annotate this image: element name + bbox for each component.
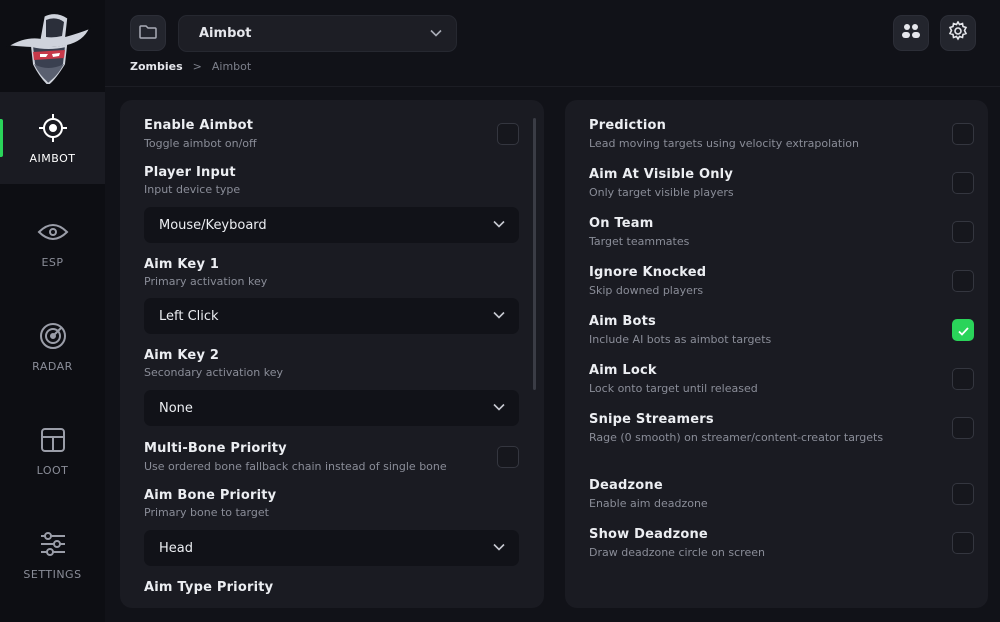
aim-bone-select[interactable]: Head xyxy=(144,530,519,566)
show-deadzone-title: Show Deadzone xyxy=(589,527,708,542)
sidebar-item-aimbot[interactable]: AIMBOT xyxy=(0,92,105,184)
sidebar: AIMBOT ESP RADAR LOOT SETTINGS xyxy=(0,0,105,622)
folder-button[interactable] xyxy=(130,15,166,51)
aim-key-2-select[interactable]: None xyxy=(144,390,519,426)
deadzone-title: Deadzone xyxy=(589,478,663,493)
eye-icon xyxy=(37,216,69,248)
aim-lock-checkbox[interactable] xyxy=(952,368,974,390)
header-divider xyxy=(105,86,1000,87)
chevron-down-icon xyxy=(493,309,505,324)
aim-bone-desc: Primary bone to target xyxy=(144,506,269,519)
prediction-title: Prediction xyxy=(589,118,667,133)
enable-aimbot-checkbox[interactable] xyxy=(497,123,519,145)
aim-key-1-desc: Primary activation key xyxy=(144,275,268,288)
logo-icon xyxy=(4,6,92,86)
chevron-down-icon xyxy=(493,541,505,556)
aim-key-1-value: Left Click xyxy=(159,308,219,324)
crosshair-icon xyxy=(37,112,69,144)
sidebar-item-radar[interactable]: RADAR xyxy=(0,300,105,392)
sidebar-item-settings[interactable]: SETTINGS xyxy=(0,508,105,600)
snipe-streamers-title: Snipe Streamers xyxy=(589,412,714,427)
show-deadzone-checkbox[interactable] xyxy=(952,532,974,554)
multi-bone-checkbox[interactable] xyxy=(497,446,519,468)
prediction-desc: Lead moving targets using velocity extra… xyxy=(589,137,859,150)
breadcrumb-item: Aimbot xyxy=(211,60,252,73)
aim-bone-title: Aim Bone Priority xyxy=(144,488,277,503)
aim-visible-title: Aim At Visible Only xyxy=(589,167,734,182)
check-icon xyxy=(957,321,969,340)
multi-bone-title: Multi-Bone Priority xyxy=(144,441,287,456)
player-input-select[interactable]: Mouse/Keyboard xyxy=(144,207,519,243)
config-select[interactable]: Aimbot xyxy=(178,15,457,52)
aim-bone-value: Head xyxy=(159,540,193,556)
aim-type-title: Aim Type Priority xyxy=(144,580,274,595)
aim-visible-checkbox[interactable] xyxy=(952,172,974,194)
prediction-checkbox[interactable] xyxy=(952,123,974,145)
breadcrumb-item[interactable]: Zombies xyxy=(130,60,183,73)
ignore-knocked-desc: Skip downed players xyxy=(589,284,704,297)
sidebar-item-label: RADAR xyxy=(32,360,73,373)
aim-key-2-value: None xyxy=(159,400,193,416)
ignore-knocked-checkbox[interactable] xyxy=(952,270,974,292)
radar-icon xyxy=(37,320,69,352)
sidebar-item-loot[interactable]: LOOT xyxy=(0,404,105,496)
aim-bots-desc: Include AI bots as aimbot targets xyxy=(589,333,772,346)
aim-lock-desc: Lock onto target until released xyxy=(589,382,758,395)
scrollbar[interactable] xyxy=(533,118,536,390)
chevron-down-icon xyxy=(493,218,505,233)
player-input-value: Mouse/Keyboard xyxy=(159,217,267,233)
config-select-value: Aimbot xyxy=(199,26,252,41)
aim-key-1-select[interactable]: Left Click xyxy=(144,298,519,334)
deadzone-desc: Enable aim deadzone xyxy=(589,497,708,510)
on-team-desc: Target teammates xyxy=(589,235,690,248)
multi-bone-desc: Use ordered bone fallback chain instead … xyxy=(144,460,447,473)
player-input-title: Player Input xyxy=(144,165,236,180)
box-icon xyxy=(37,424,69,456)
aim-lock-title: Aim Lock xyxy=(589,363,657,378)
right-settings-panel: Prediction Lead moving targets using vel… xyxy=(565,100,988,608)
sliders-icon xyxy=(37,528,69,560)
breadcrumb-separator: > xyxy=(192,60,202,73)
chevron-down-icon xyxy=(493,401,505,416)
aim-key-2-desc: Secondary activation key xyxy=(144,366,283,379)
chevron-down-icon xyxy=(430,26,442,41)
breadcrumb: Zombies > Aimbot xyxy=(130,60,251,73)
sidebar-item-esp[interactable]: ESP xyxy=(0,196,105,288)
sidebar-item-label: LOOT xyxy=(36,464,69,477)
aim-key-2-title: Aim Key 2 xyxy=(144,348,220,363)
deadzone-checkbox[interactable] xyxy=(952,483,974,505)
gear-icon xyxy=(948,20,968,45)
show-deadzone-desc: Draw deadzone circle on screen xyxy=(589,546,765,559)
sidebar-item-label: AIMBOT xyxy=(29,152,76,165)
on-team-title: On Team xyxy=(589,216,654,231)
enable-aimbot-title: Enable Aimbot xyxy=(144,118,254,133)
on-team-checkbox[interactable] xyxy=(952,221,974,243)
sidebar-item-label: ESP xyxy=(41,256,64,269)
ignore-knocked-title: Ignore Knocked xyxy=(589,265,707,280)
folder-icon xyxy=(139,24,157,43)
sidebar-item-label: SETTINGS xyxy=(23,568,82,581)
aim-key-1-title: Aim Key 1 xyxy=(144,257,220,272)
aim-bots-checkbox[interactable] xyxy=(952,319,974,341)
snipe-streamers-checkbox[interactable] xyxy=(952,417,974,439)
left-settings-panel: Enable Aimbot Toggle aimbot on/off Playe… xyxy=(120,100,544,608)
users-button[interactable] xyxy=(893,15,929,51)
aim-bots-title: Aim Bots xyxy=(589,314,656,329)
users-icon xyxy=(901,23,921,43)
snipe-streamers-desc: Rage (0 smooth) on streamer/content-crea… xyxy=(589,431,884,444)
player-input-desc: Input device type xyxy=(144,183,241,196)
enable-aimbot-desc: Toggle aimbot on/off xyxy=(144,137,257,150)
aim-visible-desc: Only target visible players xyxy=(589,186,734,199)
settings-button[interactable] xyxy=(940,15,976,51)
